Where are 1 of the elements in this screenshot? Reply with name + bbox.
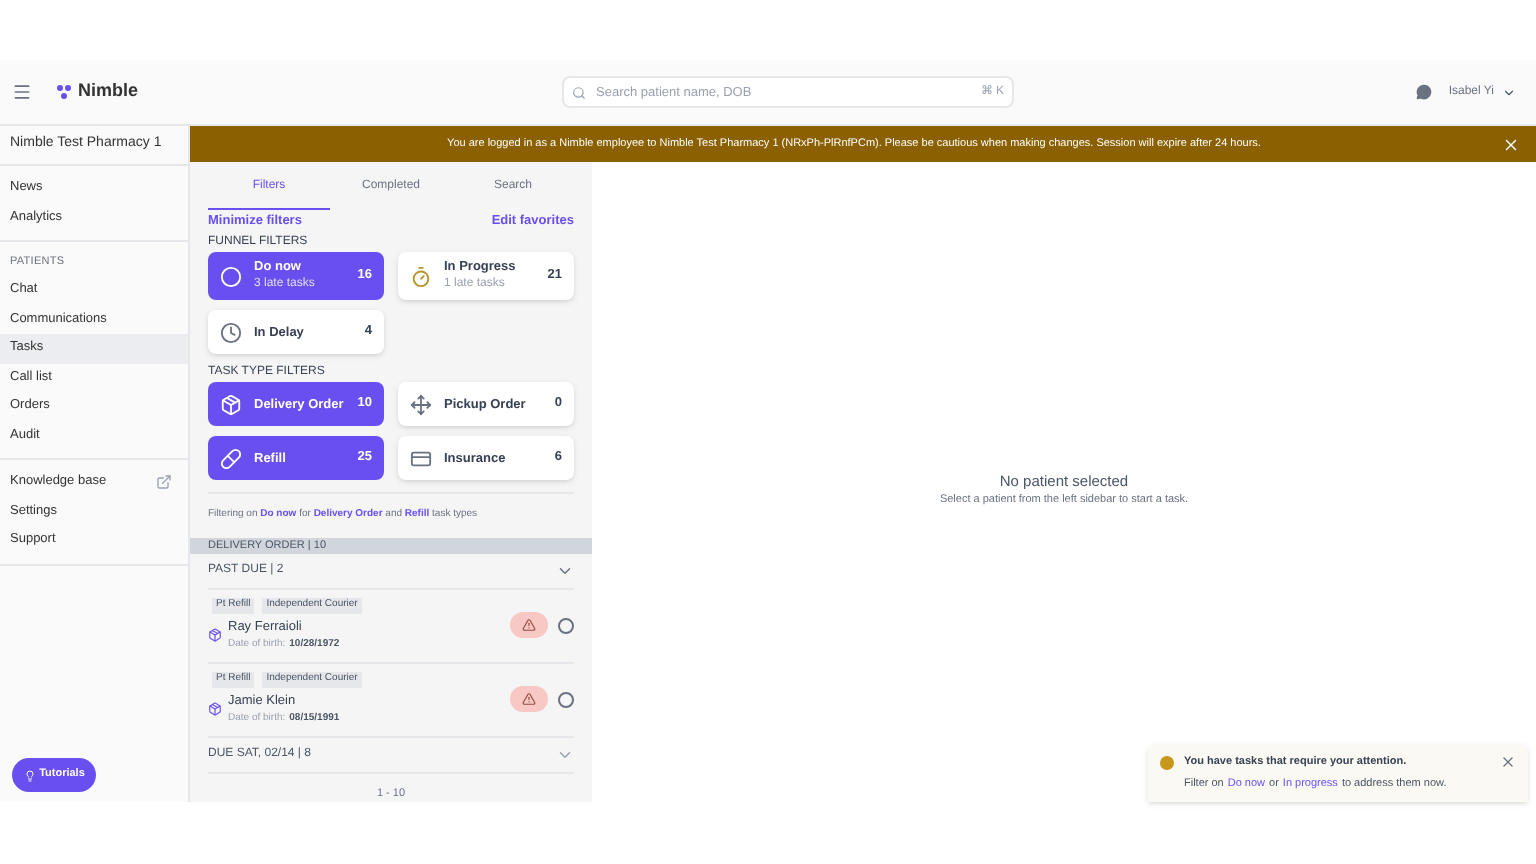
logo-text: Nimble [78, 78, 139, 105]
